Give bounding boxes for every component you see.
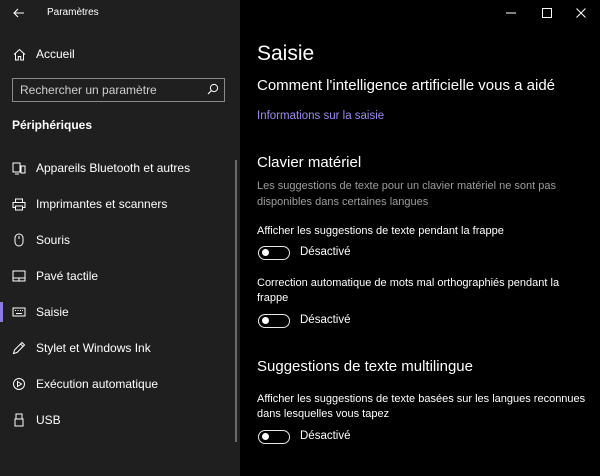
- printer-icon: [12, 197, 26, 211]
- multilingual-heading: Suggestions de texte multilingue: [257, 358, 473, 375]
- close-icon: [576, 8, 586, 18]
- maximize-button[interactable]: [530, 0, 564, 26]
- hardware-keyboard-description: Les suggestions de texte pour un clavier…: [257, 180, 557, 208]
- multilingual-suggestions-toggle[interactable]: [258, 430, 290, 444]
- sidebar-item-home[interactable]: Accueil: [0, 40, 240, 68]
- multilingual-suggestions-label: Afficher les suggestions de texte basées…: [257, 393, 586, 420]
- home-icon: [12, 47, 26, 61]
- hardware-keyboard-heading: Clavier matériel: [257, 154, 362, 171]
- sidebar-item-touchpad[interactable]: Pavé tactile: [0, 262, 240, 290]
- sidebar-item-printers[interactable]: Imprimantes et scanners: [0, 190, 240, 218]
- mouse-icon: [12, 233, 26, 247]
- sidebar-scrollbar[interactable]: [235, 160, 237, 442]
- sidebar-item-typing[interactable]: Saisie: [0, 298, 240, 326]
- sidebar-item-label: Exécution automatique: [36, 377, 159, 391]
- toggle-knob: [262, 317, 269, 324]
- autocorrect-label: Correction automatique de mots mal ortho…: [257, 277, 560, 304]
- sidebar-item-label: Imprimantes et scanners: [36, 197, 168, 211]
- sidebar-item-bluetooth[interactable]: Appareils Bluetooth et autres: [0, 154, 240, 182]
- touchpad-icon: [12, 269, 26, 283]
- minimize-icon: [506, 12, 516, 14]
- show-suggestions-toggle[interactable]: [258, 246, 290, 260]
- sidebar-item-pen[interactable]: Stylet et Windows Ink: [0, 334, 240, 362]
- autoplay-icon: [12, 377, 26, 391]
- sidebar-item-label: Souris: [36, 233, 71, 247]
- arrow-left-icon: [13, 8, 24, 18]
- search-icon: [207, 83, 219, 95]
- sidebar-item-label: Appareils Bluetooth et autres: [36, 161, 191, 175]
- app-title: Paramètres: [47, 7, 99, 18]
- sidebar-item-label: Saisie: [36, 305, 69, 319]
- sidebar-item-label: Accueil: [36, 47, 75, 61]
- section-title: Périphériques: [12, 118, 93, 132]
- search-input[interactable]: [13, 79, 210, 100]
- usb-icon: [12, 413, 26, 427]
- toggle-state-label: Désactivé: [300, 314, 351, 326]
- sidebar-item-label: USB: [36, 413, 61, 427]
- sidebar-item-usb[interactable]: USB: [0, 406, 240, 434]
- search-box[interactable]: [12, 78, 225, 102]
- minimize-button[interactable]: [494, 0, 528, 26]
- toggle-knob: [262, 433, 269, 440]
- maximize-icon: [542, 8, 552, 18]
- page-title: Saisie: [257, 42, 315, 65]
- typing-info-link[interactable]: Informations sur la saisie: [257, 110, 384, 122]
- show-suggestions-label: Afficher les suggestions de texte pendan…: [257, 225, 504, 237]
- sidebar-item-mouse[interactable]: Souris: [0, 226, 240, 254]
- sidebar-item-autoplay[interactable]: Exécution automatique: [0, 370, 240, 398]
- keyboard-icon: [12, 305, 26, 319]
- main-content: Saisie Comment l'intelligence artificiel…: [240, 0, 600, 476]
- sidebar: Paramètres Accueil Périphériques Apparei…: [0, 0, 240, 476]
- pen-icon: [12, 341, 26, 355]
- sidebar-item-label: Pavé tactile: [36, 269, 99, 283]
- toggle-knob: [262, 249, 269, 256]
- ai-heading: Comment l'intelligence artificielle vous…: [257, 77, 556, 94]
- close-button[interactable]: [564, 0, 598, 26]
- toggle-state-label: Désactivé: [300, 246, 351, 258]
- sidebar-item-label: Stylet et Windows Ink: [36, 341, 151, 355]
- toggle-state-label: Désactivé: [300, 430, 351, 442]
- devices-icon: [12, 161, 26, 175]
- back-button[interactable]: [8, 3, 30, 23]
- autocorrect-toggle[interactable]: [258, 314, 290, 328]
